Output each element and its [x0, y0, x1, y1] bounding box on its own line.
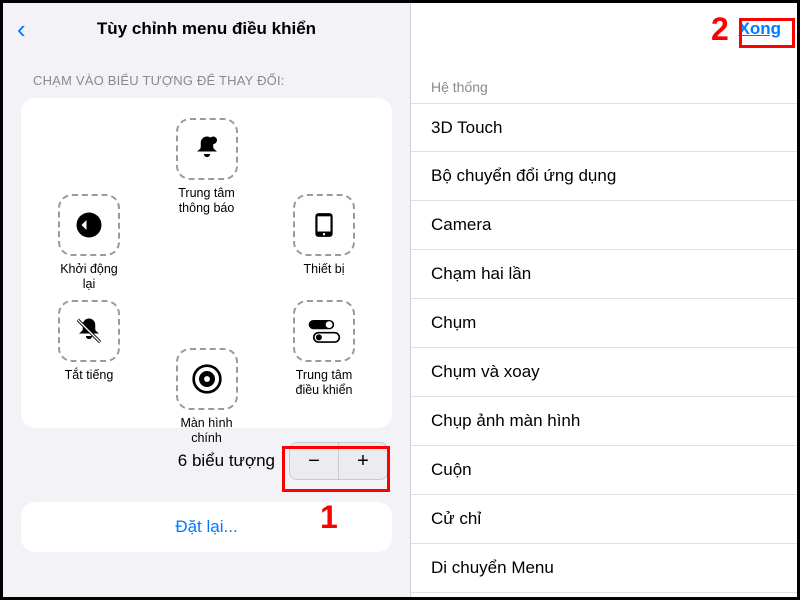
slot-home[interactable]: Màn hình chính — [171, 348, 243, 446]
toggles-icon — [307, 314, 341, 348]
home-circle-icon — [190, 362, 224, 396]
slot-label: Trung tâm điều khiển — [288, 368, 360, 398]
list-item[interactable]: Cử chỉ — [411, 495, 797, 544]
slot-restart[interactable]: Khởi động lại — [53, 194, 125, 292]
list-item[interactable]: Bộ chuyển đổi ứng dụng — [411, 152, 797, 201]
list-item[interactable]: Chụm và xoay — [411, 348, 797, 397]
slot-label: Trung tâm thông báo — [171, 186, 243, 216]
slot-notification-center[interactable]: Trung tâm thông báo — [171, 118, 243, 216]
reset-button[interactable]: Đặt lại... — [175, 517, 237, 537]
section-label-system: Hệ thống — [411, 55, 797, 103]
icon-count-stepper: − + — [289, 442, 388, 480]
slot-label: Màn hình chính — [171, 416, 243, 446]
left-pane: ‹ Tùy chỉnh menu điều khiển CHẠM VÀO BIỂ… — [3, 3, 411, 597]
stepper-label: 6 biểu tượng — [178, 451, 275, 471]
slot-label: Khởi động lại — [53, 262, 125, 292]
bell-slash-icon — [72, 314, 106, 348]
list-item[interactable]: Cuộn — [411, 446, 797, 495]
restart-icon — [72, 208, 106, 242]
list-item[interactable]: Chạm hai lần — [411, 250, 797, 299]
right-pane: Xong Hệ thống 3D Touch Bộ chuyển đổi ứng… — [411, 3, 797, 597]
section-label: CHẠM VÀO BIỂU TƯỢNG ĐỂ THAY ĐỔI: — [3, 55, 410, 98]
device-icon — [307, 208, 341, 242]
stepper-minus-button[interactable]: − — [290, 443, 338, 479]
slot-label: Tắt tiếng — [65, 368, 114, 383]
left-header: ‹ Tùy chỉnh menu điều khiển — [3, 3, 410, 55]
slot-mute[interactable]: Tắt tiếng — [53, 300, 125, 383]
slot-control-center[interactable]: Trung tâm điều khiển — [288, 300, 360, 398]
reset-card: Đặt lại... — [21, 502, 392, 552]
stepper-plus-button[interactable]: + — [339, 443, 387, 479]
list-item[interactable]: Di chuyển Menu — [411, 544, 797, 593]
bell-badge-icon — [190, 132, 224, 166]
system-list: 3D Touch Bộ chuyển đổi ứng dụng Camera C… — [411, 103, 797, 593]
page-title: Tùy chỉnh menu điều khiển — [3, 19, 410, 39]
back-chevron-icon[interactable]: ‹ — [17, 16, 26, 42]
done-button[interactable]: Xong — [739, 19, 782, 39]
slot-device[interactable]: Thiết bị — [288, 194, 360, 277]
right-header: Xong — [411, 3, 797, 55]
stepper-row: 6 biểu tượng − + — [25, 442, 388, 480]
list-item[interactable]: 3D Touch — [411, 103, 797, 152]
radial-card: Trung tâm thông báo Khởi động lại Thiết … — [21, 98, 392, 428]
slot-label: Thiết bị — [304, 262, 345, 277]
list-item[interactable]: Chụp ảnh màn hình — [411, 397, 797, 446]
list-item[interactable]: Camera — [411, 201, 797, 250]
list-item[interactable]: Chụm — [411, 299, 797, 348]
